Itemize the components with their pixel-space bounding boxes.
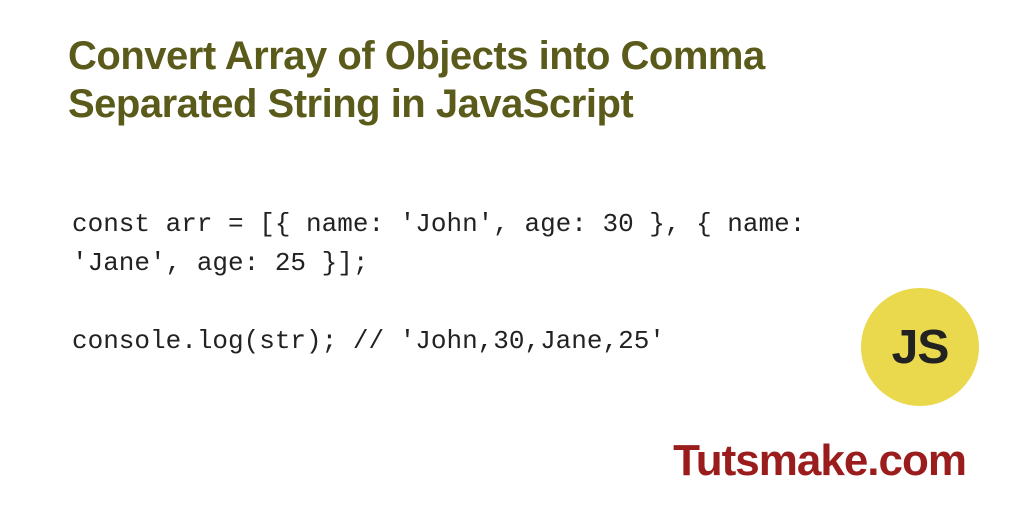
js-logo-text: JS [892,320,949,375]
js-logo-badge: JS [861,288,979,406]
brand-label: Tutsmake.com [673,436,966,486]
code-snippet: const arr = [{ name: 'John', age: 30 }, … [72,205,901,361]
page-title: Convert Array of Objects into Comma Sepa… [68,32,953,128]
